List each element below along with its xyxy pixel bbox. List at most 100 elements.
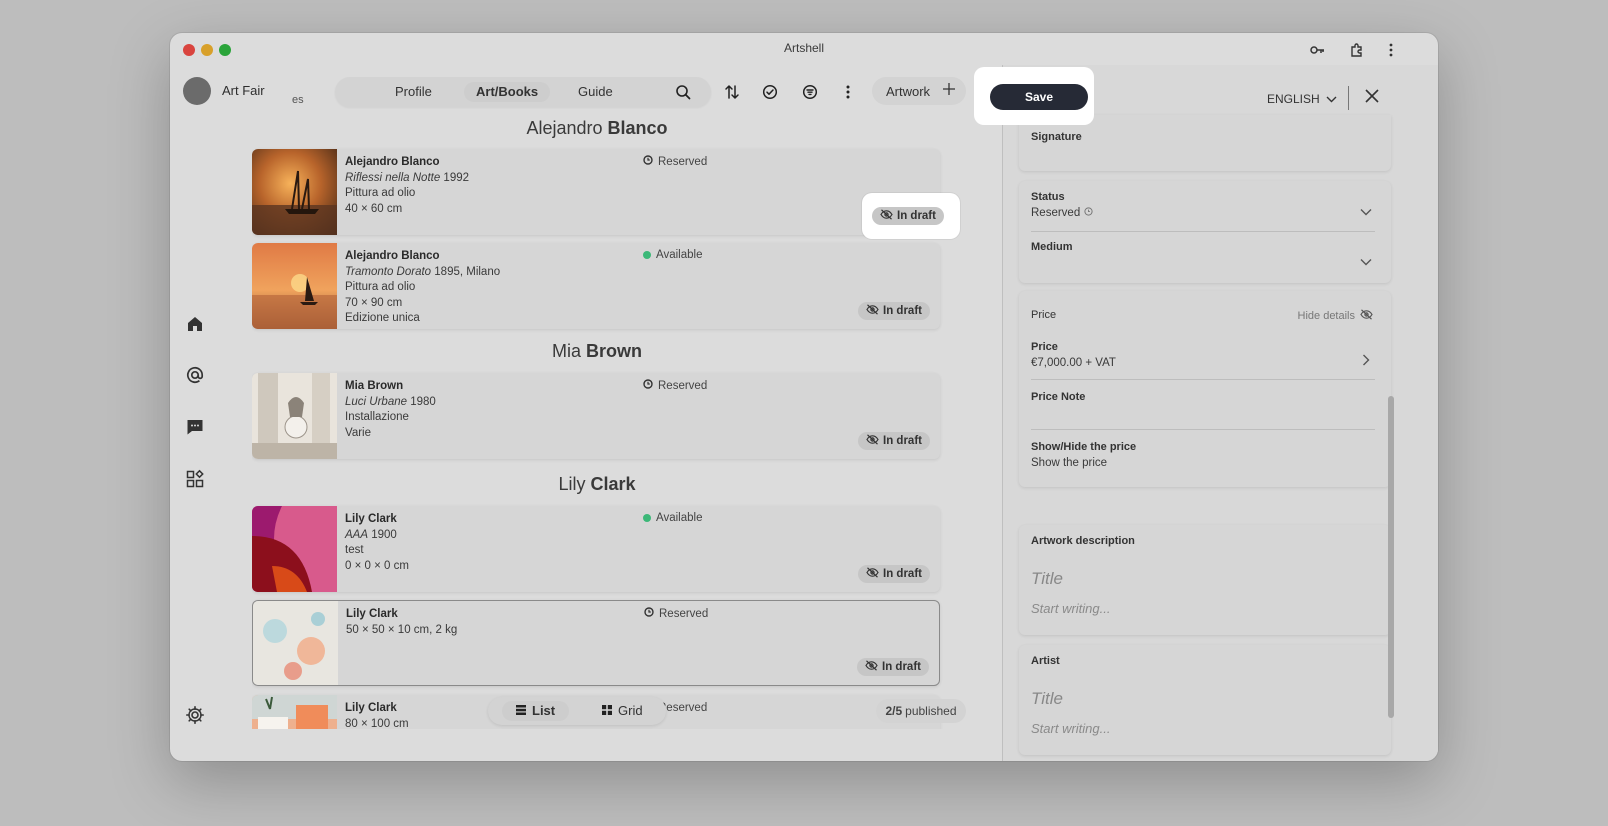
- eye-off-icon: [866, 304, 879, 318]
- artwork-year: 1900: [368, 528, 397, 541]
- artwork-dimensions: Varie: [345, 426, 371, 439]
- artist-name: Alejandro Blanco: [345, 156, 440, 168]
- chevron-right-icon[interactable]: [1359, 353, 1373, 367]
- tab-profile[interactable]: Profile: [383, 82, 444, 102]
- header-divider: [1348, 86, 1349, 110]
- draft-badge[interactable]: In draft: [857, 658, 929, 676]
- eye-off-icon: [866, 567, 879, 581]
- draft-badge[interactable]: In draft: [872, 207, 944, 225]
- editor-scrollbar[interactable]: [1388, 396, 1394, 718]
- extensions-icon[interactable]: [1348, 41, 1366, 59]
- main-nav: Profile Art/Books Guide: [335, 77, 711, 107]
- artwork-dimensions: 50 × 50 × 10 cm, 2 kg: [346, 623, 458, 636]
- reserved-clock-icon: [644, 607, 654, 620]
- artwork-thumbnail: [252, 373, 337, 459]
- home-icon[interactable]: [183, 312, 207, 336]
- price-value[interactable]: €7,000.00 + VAT: [1031, 357, 1116, 369]
- status-badge: Reserved: [643, 379, 707, 392]
- show-hide-price-value[interactable]: Show the price: [1031, 457, 1107, 469]
- artist-body-field[interactable]: Start writing...: [1031, 721, 1110, 736]
- artwork-editor: Signature Status Reserved Medium Price H…: [1002, 65, 1438, 761]
- grid-icon: [602, 701, 612, 721]
- price-note-field[interactable]: [1031, 429, 1375, 430]
- artist-title-field[interactable]: Title: [1031, 689, 1063, 709]
- chevron-down-icon[interactable]: [1359, 205, 1373, 219]
- artwork-year: 1895, Milano: [431, 265, 501, 278]
- filter-icon[interactable]: [798, 80, 822, 104]
- eye-off-icon: [880, 209, 893, 223]
- artwork-card[interactable]: Alejandro Blanco Tramonto Dorato 1895, M…: [252, 243, 940, 329]
- window-title: Artshell: [783, 41, 824, 55]
- search-icon[interactable]: [671, 80, 695, 104]
- price-label: Price: [1031, 341, 1058, 353]
- add-artwork-button[interactable]: Artwork: [872, 77, 966, 105]
- tab-art-books[interactable]: Art/Books: [464, 82, 551, 102]
- draft-badge[interactable]: In draft: [858, 432, 930, 450]
- more-vertical-icon[interactable]: [1382, 41, 1400, 59]
- language-select[interactable]: ENGLISH: [1267, 92, 1337, 106]
- available-dot-icon: [643, 514, 651, 522]
- artist-name: Lily Clark: [345, 702, 397, 714]
- artwork-list: Alejandro Blanco Alejandro Blanco Rifles…: [252, 115, 944, 729]
- draft-badge-highlight: In draft: [862, 193, 960, 239]
- artwork-thumbnail: [252, 243, 337, 329]
- artwork-card[interactable]: Lily Clark 50 × 50 × 10 cm, 2 kg Reserve…: [252, 600, 940, 686]
- artwork-medium: test: [345, 544, 364, 556]
- artwork-medium: Installazione: [345, 411, 409, 423]
- avatar[interactable]: [183, 77, 211, 105]
- artist-label: Artist: [1031, 655, 1060, 667]
- chevron-down-icon[interactable]: [1359, 255, 1373, 269]
- artwork-card[interactable]: Alejandro Blanco Riflessi nella Notte 19…: [252, 149, 940, 235]
- save-button[interactable]: Save: [990, 84, 1088, 110]
- status-label: Status: [1031, 191, 1065, 203]
- account-name[interactable]: Art Fair: [222, 83, 265, 98]
- artwork-thumbnail: [252, 695, 337, 729]
- draft-badge[interactable]: In draft: [858, 565, 930, 583]
- artwork-year: 1992: [440, 171, 470, 184]
- account-subtitle: es: [292, 94, 304, 106]
- group-heading: Mia Brown: [551, 341, 643, 361]
- status-select[interactable]: Reserved: [1031, 207, 1093, 219]
- artwork-edition: Edizione unica: [345, 312, 420, 324]
- check-circle-icon[interactable]: [758, 80, 782, 104]
- close-icon: [1364, 88, 1380, 109]
- status-badge: Available: [643, 512, 702, 524]
- show-hide-price-label: Show/Hide the price: [1031, 441, 1137, 453]
- title-bar: Artshell: [170, 33, 1438, 65]
- chat-icon[interactable]: [183, 415, 207, 439]
- at-sign-icon[interactable]: [183, 363, 207, 387]
- reserved-clock-icon: [643, 155, 653, 168]
- app-window: Artshell Art Fair es Profile Art/Books G…: [170, 33, 1438, 761]
- status-badge: Reserved: [643, 155, 707, 168]
- more-vertical-icon[interactable]: [836, 80, 860, 104]
- eye-off-icon: [866, 434, 879, 448]
- close-editor-button[interactable]: [1362, 88, 1382, 108]
- artwork-title: Luci Urbane: [345, 395, 408, 408]
- hide-details-button[interactable]: Hide details: [1298, 309, 1373, 323]
- tab-guide[interactable]: Guide: [566, 82, 625, 102]
- group-heading: Lily Clark: [558, 474, 636, 494]
- artist-name: Alejandro Blanco: [345, 250, 440, 262]
- eye-off-icon: [1360, 309, 1373, 323]
- artwork-title: Tramonto Dorato: [345, 265, 432, 278]
- artwork-description-label: Artwork description: [1031, 535, 1135, 547]
- draft-badge[interactable]: In draft: [858, 302, 930, 320]
- artwork-dimensions: 40 × 60 cm: [345, 202, 403, 215]
- apps-icon[interactable]: [183, 467, 207, 491]
- artwork-description-section: Artwork description Title Start writing.…: [1019, 525, 1391, 635]
- plus-icon: [942, 82, 956, 99]
- list-icon: [516, 701, 526, 721]
- artist-name: Mia Brown: [345, 380, 404, 392]
- artwork-card[interactable]: Mia Brown Luci Urbane 1980 Installazione…: [252, 373, 940, 459]
- description-body-field[interactable]: Start writing...: [1031, 601, 1110, 616]
- artwork-card[interactable]: Lily Clark AAA 1900 test 0 × 0 × 0 cm Av…: [252, 506, 940, 592]
- list-view-button[interactable]: List: [502, 701, 570, 721]
- sort-icon[interactable]: [720, 80, 744, 104]
- settings-gear-icon[interactable]: [183, 703, 207, 727]
- artist-name: Lily Clark: [346, 608, 398, 620]
- status-badge: Available: [643, 249, 702, 261]
- key-icon[interactable]: [1308, 41, 1326, 59]
- description-title-field[interactable]: Title: [1031, 569, 1063, 589]
- price-section: Price Hide details Price €7,000.00 + VAT…: [1019, 291, 1391, 487]
- grid-view-button[interactable]: Grid: [588, 701, 657, 721]
